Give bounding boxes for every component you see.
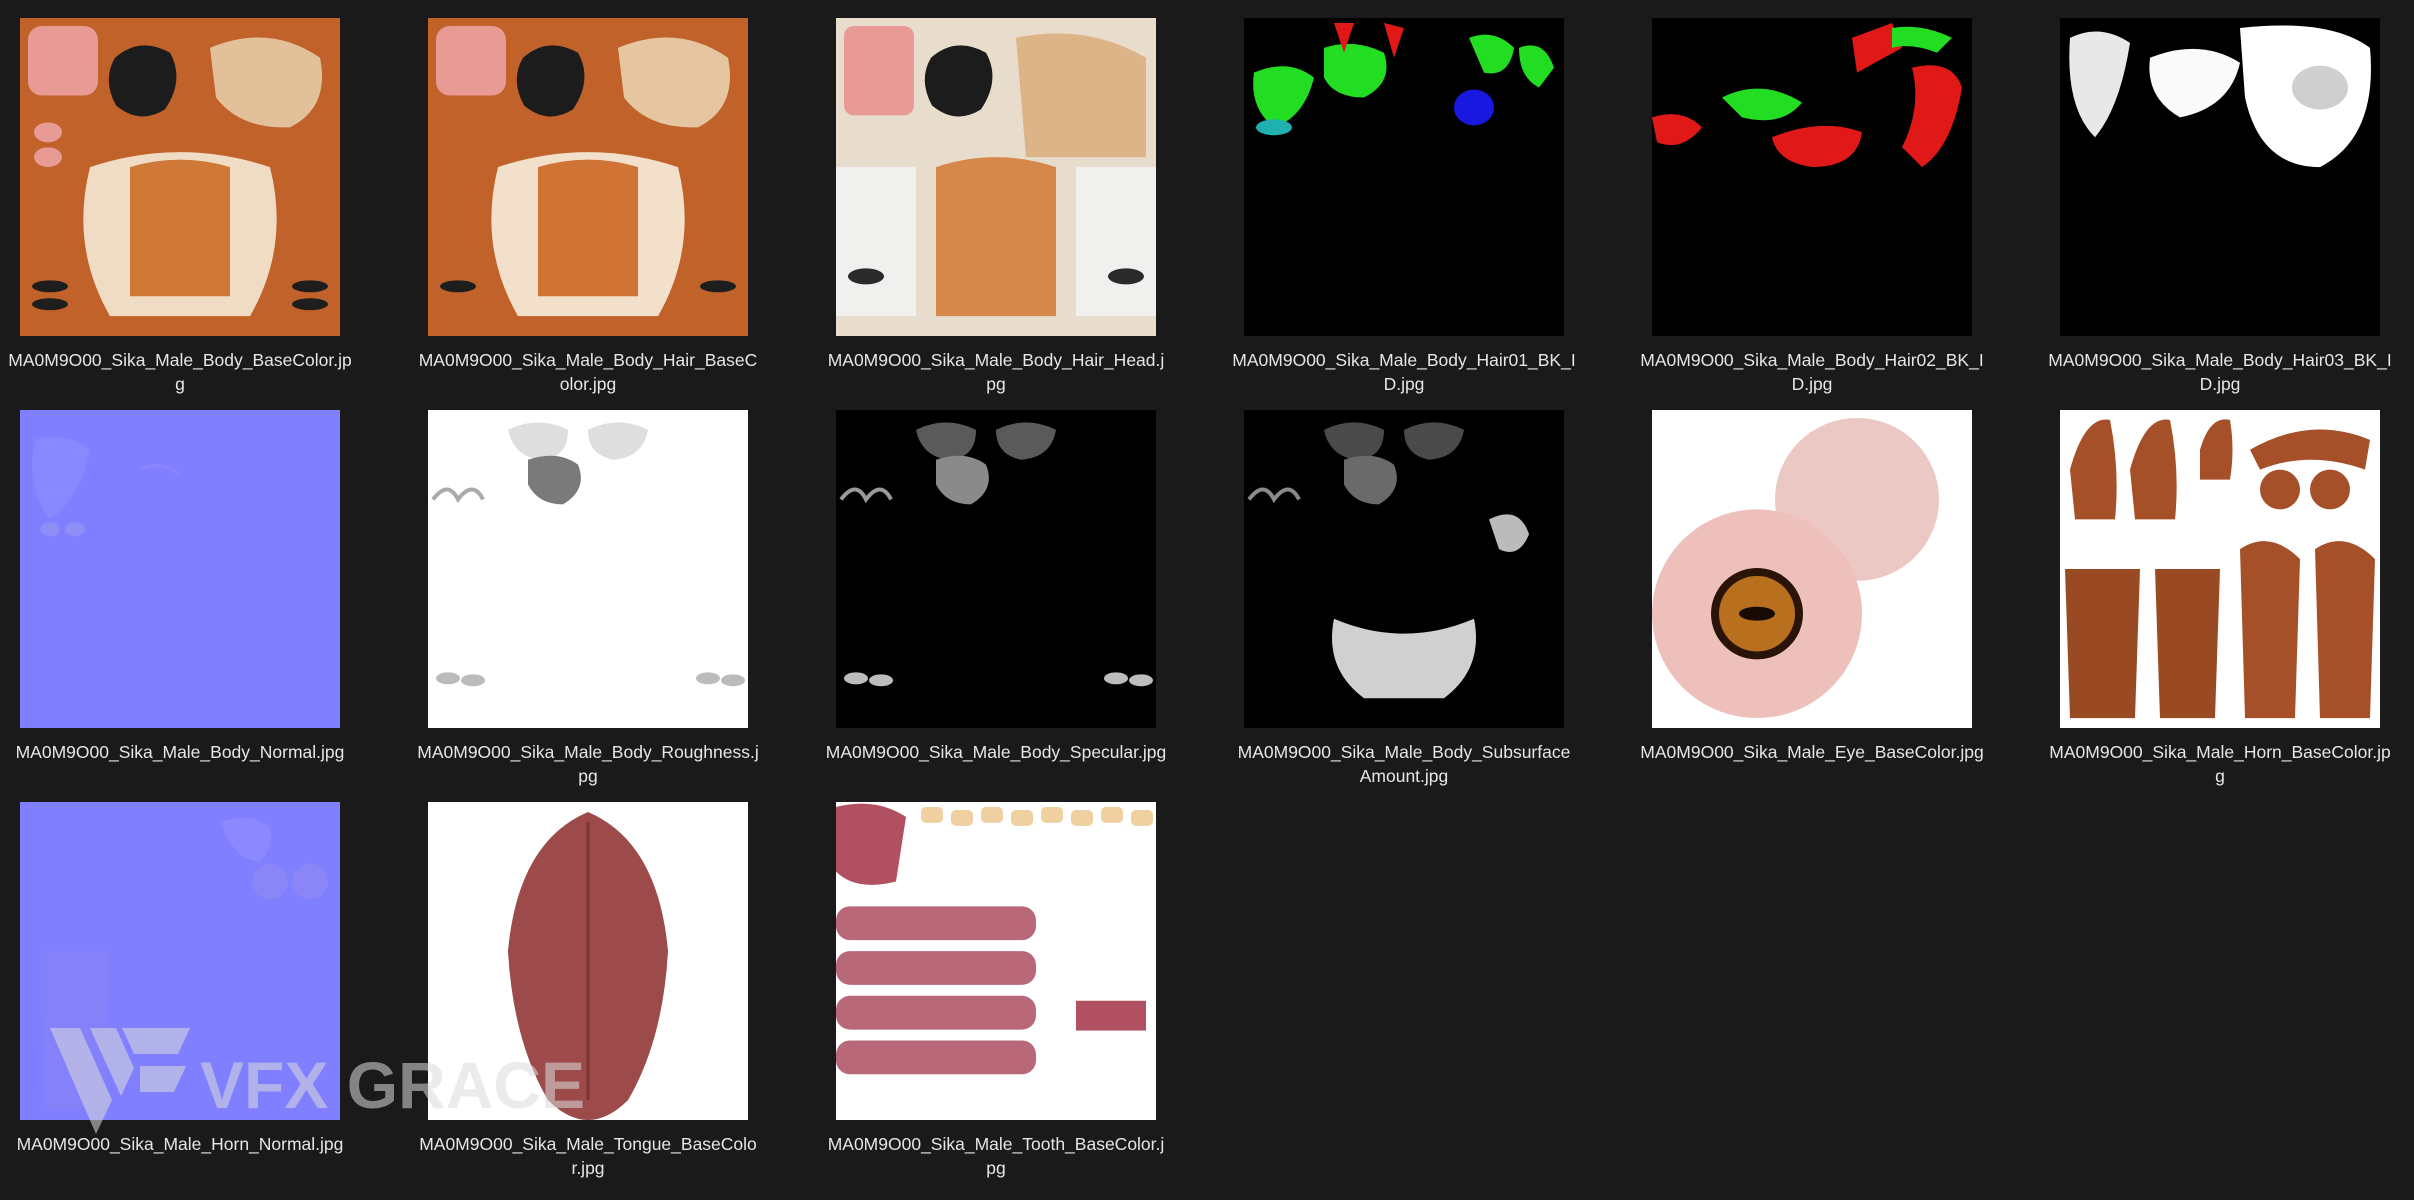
texture-preview <box>1244 18 1564 336</box>
thumbnail[interactable] <box>1244 18 1564 336</box>
file-name: MA0M9O00_Sika_Male_Body_Specular.jpg <box>825 742 1167 762</box>
thumbnail[interactable] <box>20 18 340 336</box>
thumbnail[interactable] <box>836 18 1156 336</box>
texture-preview <box>428 802 748 1120</box>
file-name: MA0M9O00_Sika_Male_Body_Roughness.jpg <box>417 742 759 786</box>
file-tile[interactable]: MA0M9O00_Sika_Male_Body_Normal.jpg <box>16 410 344 802</box>
thumbnail[interactable] <box>428 410 748 728</box>
thumbnail[interactable] <box>428 802 748 1120</box>
texture-preview <box>20 18 340 336</box>
file-tile[interactable]: MA0M9O00_Sika_Male_Tongue_BaseColor.jpg <box>419 802 757 1194</box>
file-name: MA0M9O00_Sika_Male_Body_Normal.jpg <box>15 742 345 762</box>
texture-preview <box>836 410 1156 728</box>
file-name: MA0M9O00_Sika_Male_Horn_Normal.jpg <box>16 1134 344 1154</box>
texture-preview <box>428 18 748 336</box>
file-name: MA0M9O00_Sika_Male_Body_SubsurfaceAmount… <box>1237 742 1571 786</box>
file-name: MA0M9O00_Sika_Male_Body_Hair_Head.jpg <box>827 350 1165 394</box>
file-tile[interactable]: MA0M9O00_Sika_Male_Body_Specular.jpg <box>826 410 1166 802</box>
thumbnail[interactable] <box>1652 18 1972 336</box>
thumbnail[interactable] <box>20 802 340 1120</box>
file-tile[interactable]: MA0M9O00_Sika_Male_Horn_BaseColor.jpg <box>2049 410 2391 802</box>
file-name: MA0M9O00_Sika_Male_Horn_BaseColor.jpg <box>2049 742 2391 786</box>
texture-preview <box>2060 18 2380 336</box>
file-name: MA0M9O00_Sika_Male_Body_Hair03_BK_ID.jpg <box>2048 350 2392 394</box>
file-grid: MA0M9O00_Sika_Male_Body_BaseColor.jpg MA… <box>8 18 2392 1194</box>
texture-preview <box>2060 410 2380 728</box>
file-name: MA0M9O00_Sika_Male_Tooth_BaseColor.jpg <box>827 1134 1165 1178</box>
file-name: MA0M9O00_Sika_Male_Body_Hair01_BK_ID.jpg <box>1232 350 1576 394</box>
file-tile[interactable]: MA0M9O00_Sika_Male_Body_Hair03_BK_ID.jpg <box>2048 18 2392 410</box>
file-tile[interactable]: MA0M9O00_Sika_Male_Body_Hair01_BK_ID.jpg <box>1232 18 1576 410</box>
texture-preview <box>836 802 1156 1120</box>
thumbnail[interactable] <box>20 410 340 728</box>
texture-preview <box>836 18 1156 336</box>
file-tile[interactable]: MA0M9O00_Sika_Male_Tooth_BaseColor.jpg <box>828 802 1164 1194</box>
thumbnail[interactable] <box>2060 18 2380 336</box>
texture-preview <box>1244 410 1564 728</box>
texture-preview <box>428 410 748 728</box>
file-tile[interactable]: MA0M9O00_Sika_Male_Eye_BaseColor.jpg <box>1640 410 1984 802</box>
thumbnail[interactable] <box>428 18 748 336</box>
thumbnail[interactable] <box>2060 410 2380 728</box>
thumbnail[interactable] <box>1244 410 1564 728</box>
thumbnail[interactable] <box>1652 410 1972 728</box>
file-name: MA0M9O00_Sika_Male_Body_Hair02_BK_ID.jpg <box>1640 350 1984 394</box>
texture-preview <box>1652 18 1972 336</box>
file-tile[interactable]: MA0M9O00_Sika_Male_Body_Hair_BaseColor.j… <box>419 18 757 410</box>
file-tile[interactable]: MA0M9O00_Sika_Male_Body_Roughness.jpg <box>417 410 759 802</box>
file-tile[interactable]: MA0M9O00_Sika_Male_Body_SubsurfaceAmount… <box>1238 410 1570 802</box>
file-tile[interactable]: MA0M9O00_Sika_Male_Body_BaseColor.jpg <box>8 18 352 410</box>
file-name: MA0M9O00_Sika_Male_Body_Hair_BaseColor.j… <box>418 350 758 394</box>
texture-preview <box>1652 410 1972 728</box>
file-name: MA0M9O00_Sika_Male_Body_BaseColor.jpg <box>8 350 352 394</box>
file-name: MA0M9O00_Sika_Male_Eye_BaseColor.jpg <box>1640 742 1984 762</box>
thumbnail[interactable] <box>836 802 1156 1120</box>
texture-preview <box>20 802 340 1120</box>
texture-preview <box>20 410 340 728</box>
file-tile[interactable]: MA0M9O00_Sika_Male_Body_Hair_Head.jpg <box>828 18 1164 410</box>
file-tile[interactable]: MA0M9O00_Sika_Male_Body_Hair02_BK_ID.jpg <box>1640 18 1984 410</box>
thumbnail[interactable] <box>836 410 1156 728</box>
file-tile[interactable]: MA0M9O00_Sika_Male_Horn_Normal.jpg <box>17 802 343 1194</box>
file-name: MA0M9O00_Sika_Male_Tongue_BaseColor.jpg <box>419 1134 757 1178</box>
